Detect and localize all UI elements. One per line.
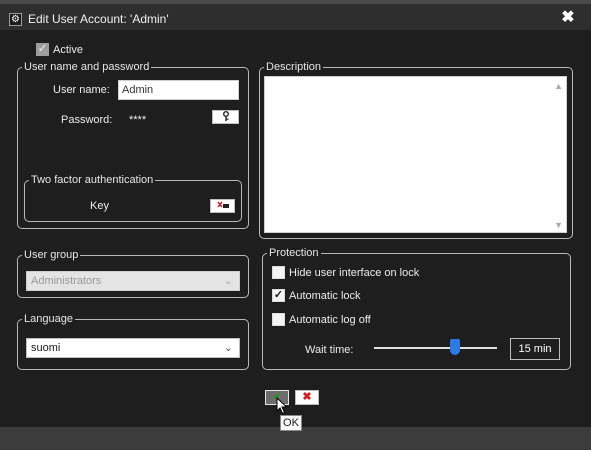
automatic-log-off-label: Automatic log off	[289, 314, 371, 326]
automatic-lock-label: Automatic lock	[289, 290, 361, 302]
window-top-edge	[0, 0, 591, 4]
active-checkbox[interactable]: ✓	[36, 43, 49, 56]
active-label: Active	[53, 44, 83, 56]
ok-tooltip: OK	[280, 415, 302, 431]
password-label: Password:	[61, 114, 113, 126]
close-button[interactable]: ✖	[560, 8, 576, 28]
hide-ui-on-lock-checkbox[interactable]	[272, 266, 285, 279]
wait-time-value: 15 min	[510, 338, 560, 360]
language-legend: Language	[24, 313, 73, 325]
protection-legend: Protection	[269, 247, 319, 259]
hide-ui-on-lock-label: Hide user interface on lock	[289, 267, 420, 279]
wait-time-label: Wait time:	[305, 344, 354, 356]
credentials-legend: User name and password	[24, 61, 150, 73]
twofa-group: Two factor authentication	[24, 174, 242, 222]
key-clear-button[interactable]	[210, 199, 235, 213]
user-group-value: Administrators	[31, 275, 102, 287]
key-icon	[222, 111, 230, 123]
automatic-lock-checkbox[interactable]: ✓	[272, 289, 285, 302]
user-group-select[interactable]: Administrators ⌄	[26, 271, 240, 291]
twofa-legend: Two factor authentication	[31, 174, 154, 186]
cancel-button[interactable]: ✖	[295, 390, 319, 405]
scroll-up-icon[interactable]: ▲	[554, 81, 563, 91]
chevron-down-icon: ⌄	[223, 342, 233, 354]
settings-gear-icon: ⚙	[9, 13, 22, 26]
user-group-legend: User group	[24, 249, 79, 261]
description-textarea[interactable]: ▲ ▼	[264, 76, 567, 233]
window-title: Edit User Account: 'Admin'	[28, 12, 169, 26]
automatic-log-off-checkbox[interactable]	[272, 313, 285, 326]
key-label: Key	[90, 200, 109, 212]
chevron-down-icon: ⌄	[223, 275, 233, 287]
scroll-down-icon[interactable]: ▼	[554, 220, 563, 230]
username-input[interactable]	[118, 80, 239, 100]
password-value: ****	[129, 114, 147, 126]
description-legend: Description	[266, 61, 322, 73]
wait-time-slider-thumb[interactable]	[450, 339, 461, 355]
language-select[interactable]: suomi ⌄	[26, 338, 240, 358]
key-clear-icon	[216, 201, 230, 212]
username-label: User name:	[53, 84, 110, 96]
language-value: suomi	[31, 342, 61, 354]
wait-time-slider-track[interactable]	[374, 347, 497, 349]
change-password-button[interactable]	[212, 110, 239, 124]
